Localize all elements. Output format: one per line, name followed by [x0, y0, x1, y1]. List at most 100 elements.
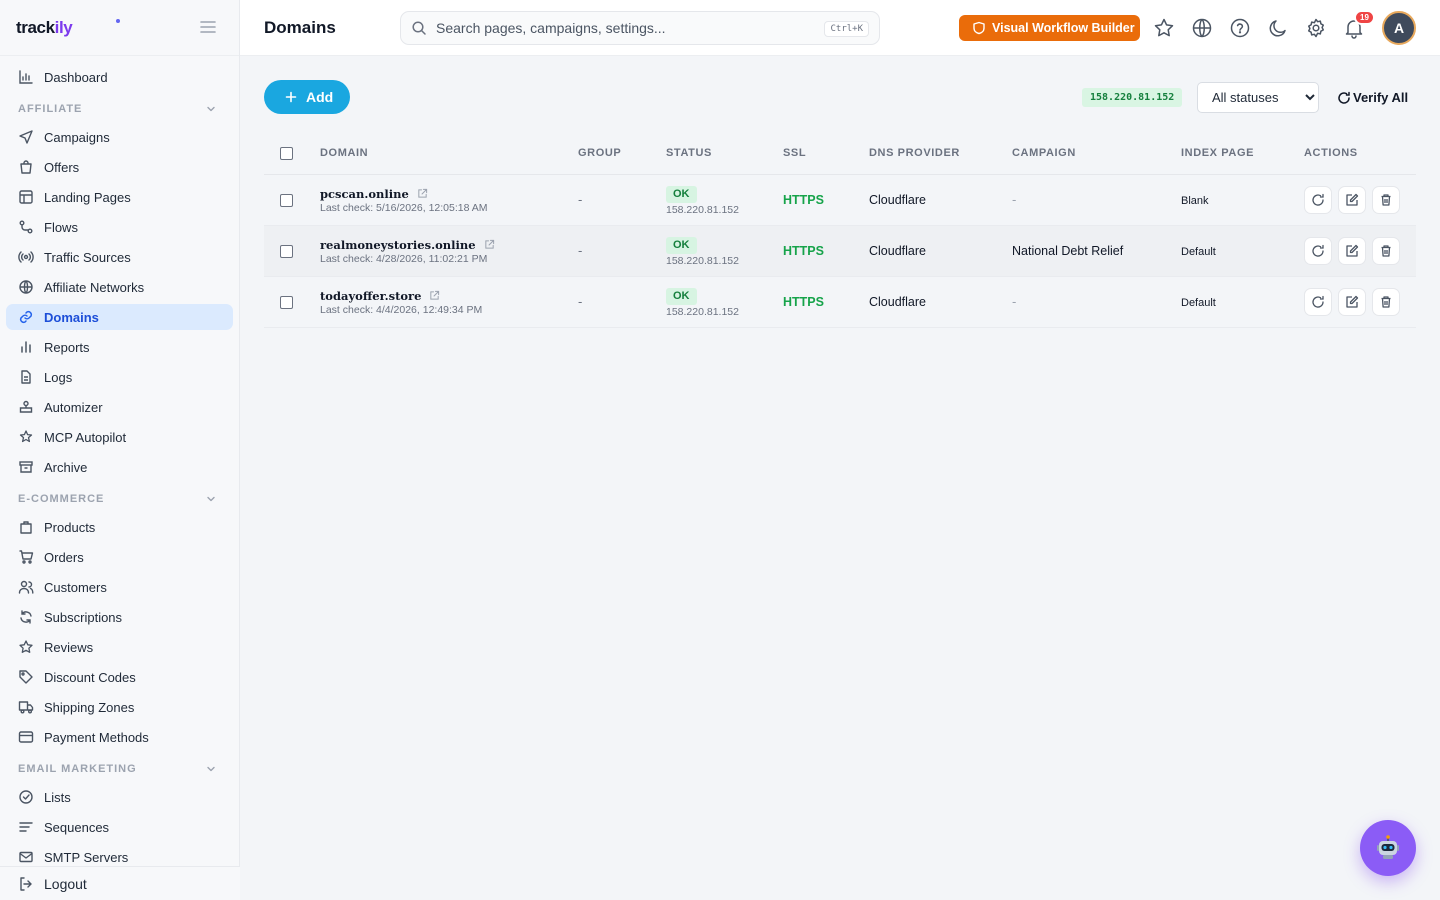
col-header-ssl[interactable]: SSL	[783, 147, 869, 159]
sidebar-item-mcp-autopilot[interactable]: MCP Autopilot	[6, 424, 233, 450]
campaign-value: -	[1012, 192, 1017, 207]
sidebar-item-label: Lists	[44, 789, 71, 805]
external-link-icon[interactable]	[484, 239, 495, 250]
sidebar-item-dashboard[interactable]: Dashboard	[6, 64, 233, 90]
sidebar-item-lists[interactable]: Lists	[6, 784, 233, 810]
visual-workflow-builder-button[interactable]: Visual Workflow Builder	[959, 15, 1140, 41]
col-header-index-page[interactable]: INDEX PAGE	[1181, 147, 1304, 159]
sidebar-item-customers[interactable]: Customers	[6, 574, 233, 600]
language-globe-icon[interactable]	[1191, 17, 1213, 39]
sidebar-item-orders[interactable]: Orders	[6, 544, 233, 570]
assistant-bot-button[interactable]	[1360, 820, 1416, 876]
sidebar-item-offers[interactable]: Offers	[6, 154, 233, 180]
status-filter-select[interactable]: All statuses	[1197, 82, 1319, 113]
sidebar-item-archive[interactable]: Archive	[6, 454, 233, 480]
row-checkbox[interactable]	[280, 193, 293, 207]
user-avatar[interactable]: A	[1382, 11, 1416, 45]
campaign-cell: -	[1012, 293, 1181, 311]
brand-bar: trackily	[0, 0, 239, 56]
sidebar-item-products[interactable]: Products	[6, 514, 233, 540]
external-link-icon[interactable]	[417, 188, 428, 199]
status-ip: 158.220.81.152	[666, 255, 739, 267]
table-row[interactable]: pcscan.online Last check: 5/16/2026, 12:…	[264, 175, 1416, 226]
brand-logo[interactable]: trackily	[16, 18, 73, 38]
domain-name[interactable]: pcscan.online	[320, 187, 409, 201]
sidebar-item-flows[interactable]: Flows	[6, 214, 233, 240]
external-link-icon[interactable]	[429, 290, 440, 301]
domain-name[interactable]: realmoneystories.online	[320, 238, 476, 252]
sidebar-item-landing-pages[interactable]: Landing Pages	[6, 184, 233, 210]
route-icon	[18, 219, 34, 235]
sparkle-star-icon	[18, 429, 34, 445]
verify-all-button[interactable]: Verify All	[1330, 82, 1416, 113]
sidebar-item-automizer[interactable]: Automizer	[6, 394, 233, 420]
sidebar-item-domains[interactable]: Domains	[6, 304, 233, 330]
col-header-status[interactable]: STATUS	[666, 147, 783, 159]
domain-name[interactable]: todayoffer.store	[320, 289, 421, 303]
sidebar-item-reviews[interactable]: Reviews	[6, 634, 233, 660]
domain-cell: pcscan.online Last check: 5/16/2026, 12:…	[320, 187, 578, 214]
logout-button[interactable]: Logout	[0, 866, 240, 900]
add-domain-button[interactable]: Add	[264, 80, 350, 114]
edit-button[interactable]	[1338, 186, 1366, 214]
settings-gear-icon[interactable]	[1305, 17, 1327, 39]
col-header-dns-provider[interactable]: DNS PROVIDER	[869, 147, 1012, 159]
sidebar-item-subscriptions[interactable]: Subscriptions	[6, 604, 233, 630]
sidebar-item-label: Sequences	[44, 819, 110, 835]
domain-line: realmoneystories.online	[320, 238, 578, 252]
sidebar-item-label: Reviews	[44, 639, 94, 655]
section-e-commerce[interactable]: E-COMMERCE	[6, 484, 233, 514]
global-search[interactable]: Ctrl+K	[400, 11, 880, 45]
campaign-value[interactable]: National Debt Relief	[1012, 244, 1123, 258]
sidebar-item-label: Subscriptions	[44, 609, 123, 625]
col-header-group[interactable]: GROUP	[578, 147, 666, 159]
sidebar-item-traffic-sources[interactable]: Traffic Sources	[6, 244, 233, 270]
status-ip: 158.220.81.152	[666, 204, 739, 216]
row-checkbox[interactable]	[280, 244, 293, 258]
ssl-value: HTTPS	[783, 295, 824, 309]
logout-label: Logout	[44, 875, 87, 892]
recheck-button[interactable]	[1304, 288, 1332, 316]
sidebar-item-logs[interactable]: Logs	[6, 364, 233, 390]
sidebar-item-affiliate-networks[interactable]: Affiliate Networks	[6, 274, 233, 300]
page-title: Domains	[264, 18, 336, 37]
sidebar-item-shipping-zones[interactable]: Shipping Zones	[6, 694, 233, 720]
table-row[interactable]: realmoneystories.online Last check: 4/28…	[264, 226, 1416, 277]
recheck-button[interactable]	[1304, 237, 1332, 265]
delete-button[interactable]	[1372, 237, 1400, 265]
section-title: EMAIL MARKETING	[18, 763, 137, 775]
select-all-checkbox[interactable]	[280, 146, 293, 160]
favorites-star-icon[interactable]	[1153, 17, 1175, 39]
campaign-cell: -	[1012, 191, 1181, 209]
col-header-campaign[interactable]: CAMPAIGN	[1012, 147, 1181, 159]
index-page-cell: Blank	[1181, 191, 1304, 209]
sidebar-item-payment-methods[interactable]: Payment Methods	[6, 724, 233, 750]
section-email-marketing[interactable]: EMAIL MARKETING	[6, 754, 233, 784]
edit-button[interactable]	[1338, 288, 1366, 316]
last-check-text: Last check: 4/28/2026, 11:02:21 PM	[320, 252, 488, 265]
sidebar-item-reports[interactable]: Reports	[6, 334, 233, 360]
refresh-icon	[1312, 295, 1324, 308]
trash-icon	[1381, 296, 1391, 308]
section-affiliate[interactable]: AFFILIATE	[6, 94, 233, 124]
hamburger-menu-icon[interactable]	[198, 17, 218, 37]
dark-mode-moon-icon[interactable]	[1267, 17, 1289, 39]
col-header-domain[interactable]: DOMAIN	[320, 147, 578, 159]
group-value: -	[578, 243, 583, 258]
row-checkbox[interactable]	[280, 295, 293, 309]
table-row[interactable]: todayoffer.store Last check: 4/4/2026, 1…	[264, 277, 1416, 328]
add-button-label: Add	[306, 89, 334, 105]
dns-provider-cell: Cloudflare	[869, 242, 1012, 260]
row-select-cell	[264, 244, 320, 258]
recheck-button[interactable]	[1304, 186, 1332, 214]
sidebar-item-discount-codes[interactable]: Discount Codes	[6, 664, 233, 690]
edit-button[interactable]	[1338, 237, 1366, 265]
help-icon[interactable]	[1229, 17, 1251, 39]
chevron-down-icon	[205, 493, 217, 505]
sidebar-item-label: SMTP Servers	[44, 849, 129, 865]
delete-button[interactable]	[1372, 288, 1400, 316]
search-input[interactable]	[436, 20, 796, 36]
sidebar-item-sequences[interactable]: Sequences	[6, 814, 233, 840]
delete-button[interactable]	[1372, 186, 1400, 214]
sidebar-item-campaigns[interactable]: Campaigns	[6, 124, 233, 150]
